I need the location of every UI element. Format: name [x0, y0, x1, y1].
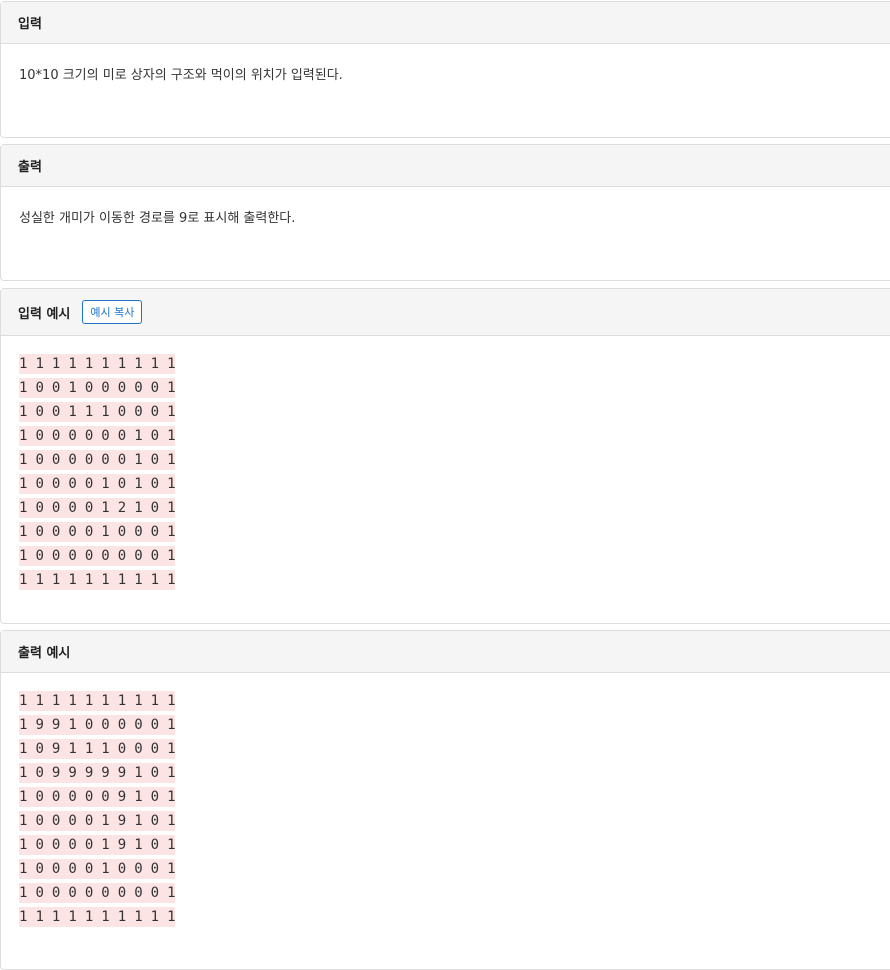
sample-output-line: 1 0 0 0 0 1 0 0 0 1	[19, 859, 176, 879]
sample-input-panel-heading: 입력 예시 예시 복사	[1, 289, 890, 336]
sample-input-code: 1 1 1 1 1 1 1 1 1 1 1 0 0 1 0 0 0 0 0 1 1 …	[19, 352, 176, 592]
sample-output-title: 출력 예시	[18, 646, 71, 661]
sample-input-line: 1 0 0 0 0 0 0 0 0 1	[19, 546, 176, 566]
sample-output-line: 1 1 1 1 1 1 1 1 1 1	[19, 691, 176, 711]
copy-sample-button[interactable]: 예시 복사	[82, 300, 143, 324]
sample-input-line: 1 0 0 0 0 1 0 0 0 1	[19, 522, 176, 542]
sample-input-line: 1 0 0 0 0 1 0 1 0 1	[19, 474, 176, 494]
sample-output-panel: 출력 예시 1 1 1 1 1 1 1 1 1 1 1 9 9 1 0 0 0 0…	[0, 630, 890, 970]
output-panel-title: 출력	[18, 160, 42, 175]
output-panel-heading: 출력	[1, 145, 890, 187]
input-panel-title: 입력	[18, 17, 42, 32]
sample-input-line: 1 1 1 1 1 1 1 1 1 1	[19, 354, 176, 374]
sample-output-line: 1 9 9 1 0 0 0 0 0 1	[19, 715, 176, 735]
sample-output-line: 1 0 9 1 1 1 0 0 0 1	[19, 739, 176, 759]
sample-output-line: 1 0 0 0 0 0 9 1 0 1	[19, 787, 176, 807]
output-panel-body: 성실한 개미가 이동한 경로를 9로 표시해 출력한다.	[1, 187, 890, 226]
output-panel: 출력 성실한 개미가 이동한 경로를 9로 표시해 출력한다.	[0, 144, 890, 281]
output-description: 성실한 개미가 이동한 경로를 9로 표시해 출력한다.	[19, 211, 296, 226]
input-panel: 입력 10*10 크기의 미로 상자의 구조와 먹이의 위치가 입력된다.	[0, 1, 890, 138]
input-panel-heading: 입력	[1, 2, 890, 44]
sample-output-line: 1 0 9 9 9 9 9 1 0 1	[19, 763, 176, 783]
sample-output-line: 1 0 0 0 0 1 9 1 0 1	[19, 835, 176, 855]
sample-input-line: 1 0 0 0 0 1 2 1 0 1	[19, 498, 176, 518]
sample-input-panel: 입력 예시 예시 복사 1 1 1 1 1 1 1 1 1 1 1 0 0 1 0…	[0, 288, 890, 624]
sample-output-line: 1 0 0 0 0 1 9 1 0 1	[19, 811, 176, 831]
sample-output-line: 1 1 1 1 1 1 1 1 1 1	[19, 907, 176, 927]
sample-input-line: 1 1 1 1 1 1 1 1 1 1	[19, 570, 176, 590]
sample-input-line: 1 0 0 1 1 1 0 0 0 1	[19, 402, 176, 422]
sample-output-line: 1 0 0 0 0 0 0 0 0 1	[19, 883, 176, 903]
sample-output-panel-heading: 출력 예시	[1, 631, 890, 673]
sample-input-line: 1 0 0 0 0 0 0 1 0 1	[19, 450, 176, 470]
input-panel-body: 10*10 크기의 미로 상자의 구조와 먹이의 위치가 입력된다.	[1, 44, 890, 83]
sample-input-line: 1 0 0 0 0 0 0 1 0 1	[19, 426, 176, 446]
input-description: 10*10 크기의 미로 상자의 구조와 먹이의 위치가 입력된다.	[19, 68, 343, 83]
sample-input-line: 1 0 0 1 0 0 0 0 0 1	[19, 378, 176, 398]
sample-output-code: 1 1 1 1 1 1 1 1 1 1 1 9 9 1 0 0 0 0 0 1 1 …	[19, 689, 176, 929]
sample-input-title: 입력 예시	[18, 306, 71, 322]
